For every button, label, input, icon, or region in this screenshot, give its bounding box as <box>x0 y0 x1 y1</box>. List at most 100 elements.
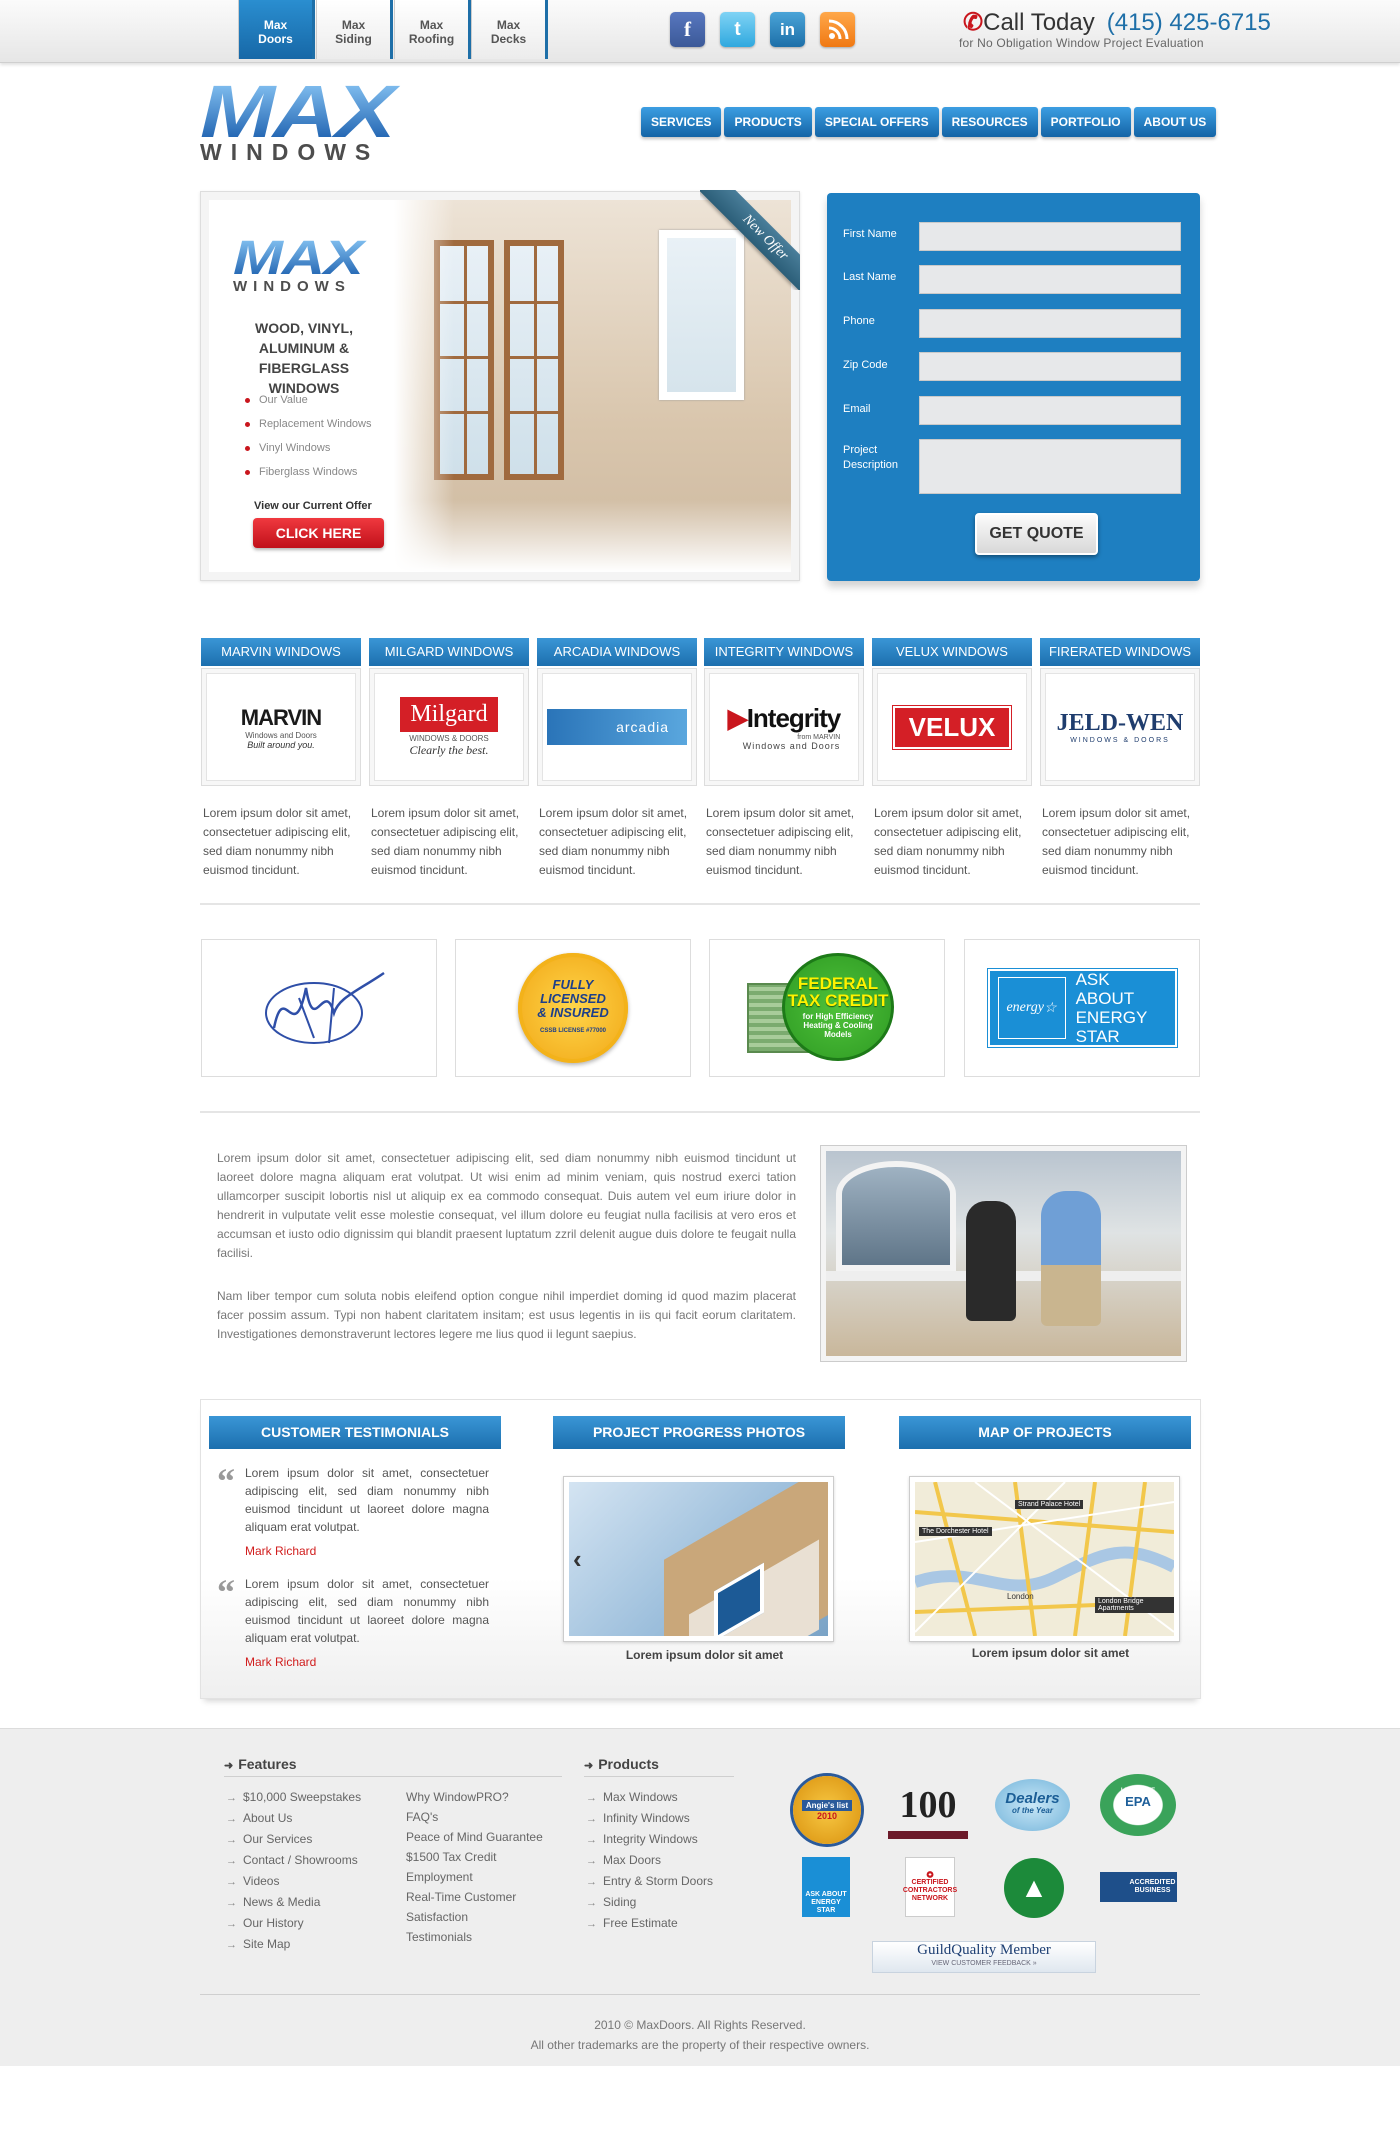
get-quote-button[interactable]: GET QUOTE <box>975 513 1098 555</box>
footer-link[interactable]: Satisfaction <box>406 1907 543 1927</box>
footer-link[interactable]: Free Estimate <box>586 1913 713 1934</box>
milgard-logo[interactable]: Milgard WINDOWS & DOORS Clearly the best… <box>374 673 524 781</box>
footer-link[interactable]: Contact / Showrooms <box>226 1850 361 1871</box>
tab-label: Doors <box>258 32 293 46</box>
brand-card-marvin[interactable]: MARVIN WINDOWS MARVIN Windows and Doors … <box>201 638 361 880</box>
brand-card-arcadia[interactable]: ARCADIA WINDOWS arcadia Lorem ipsum dolo… <box>537 638 697 880</box>
first-name-field[interactable] <box>919 222 1181 251</box>
twitter-icon[interactable]: t <box>720 12 755 47</box>
footer-link[interactable]: Integrity Windows <box>586 1829 713 1850</box>
testimonial-author[interactable]: Mark Richard <box>245 1655 316 1669</box>
progress-photo: ‹ <box>569 1482 828 1636</box>
epa-lead-safe-badge[interactable]: LEAD-SAFE EPA <box>1100 1774 1176 1836</box>
footer-link[interactable]: Testimonials <box>406 1927 543 1947</box>
zip-code-label: Zip Code <box>843 359 888 371</box>
brand-card-integrity[interactable]: INTEGRITY WINDOWS ▶Integrity from MARVIN… <box>704 638 864 880</box>
tab-max-siding[interactable]: Max Siding <box>316 0 393 59</box>
linkedin-icon[interactable]: in <box>770 12 805 47</box>
brand-header[interactable]: ARCADIA WINDOWS <box>537 638 697 666</box>
badge-text: 2010 <box>816 1810 838 1821</box>
phone-number[interactable]: (415) 425-6715 <box>1107 9 1271 36</box>
arcadia-logo[interactable]: arcadia <box>542 673 692 781</box>
project-description-field[interactable] <box>919 439 1181 494</box>
hero-list-item[interactable]: Vinyl Windows <box>245 436 372 460</box>
tab-label: Decks <box>490 32 527 46</box>
zip-code-field[interactable] <box>919 352 1181 381</box>
marvin-logo[interactable]: MARVIN Windows and Doors Built around yo… <box>206 673 356 781</box>
happy-customers-photo <box>820 1145 1187 1362</box>
rss-icon[interactable] <box>820 12 855 47</box>
brand-logo-sub: Windows and Doors <box>245 730 317 740</box>
integrity-logo[interactable]: ▶Integrity from MARVIN Windows and Doors <box>709 673 859 781</box>
tab-max-decks[interactable]: Max Decks <box>471 0 548 59</box>
nav-portfolio[interactable]: PORTFOLIO <box>1040 107 1131 137</box>
brand-header[interactable]: FIRERATED WINDOWS <box>1040 638 1200 666</box>
footer-link[interactable]: Peace of Mind Guarantee <box>406 1827 543 1847</box>
footer-link[interactable]: Our Services <box>226 1829 361 1850</box>
tax-credit-badge: FEDERAL TAX CREDIT for High Efficiency H… <box>709 939 945 1077</box>
testimonial-author[interactable]: Mark Richard <box>245 1544 316 1558</box>
hero-list-item[interactable]: Fiberglass Windows <box>245 460 372 484</box>
brand-card-velux[interactable]: VELUX WINDOWS VELUX Lorem ipsum dolor si… <box>872 638 1032 880</box>
footer-link[interactable]: Siding <box>586 1892 713 1913</box>
guildquality-badge[interactable]: GuildQuality Member VIEW CUSTOMER FEEDBAC… <box>872 1941 1096 1973</box>
jeld-wen-logo[interactable]: JELD-WEN WINDOWS & DOORS <box>1045 673 1195 781</box>
brand-header[interactable]: INTEGRITY WINDOWS <box>704 638 864 666</box>
top-100-badge[interactable]: 100 <box>888 1779 968 1839</box>
nav-services[interactable]: SERVICES <box>641 107 722 137</box>
brand-header[interactable]: VELUX WINDOWS <box>872 638 1032 666</box>
facebook-icon[interactable]: f <box>670 12 705 47</box>
footer-link[interactable]: $1500 Tax Credit <box>406 1847 543 1867</box>
site-logo[interactable]: MAX WINDOWS <box>200 75 396 166</box>
projects-map[interactable]: Strand Palace Hotel The Dorchester Hotel… <box>909 1476 1180 1642</box>
lower-panel: CUSTOMER TESTIMONIALS PROJECT PROGRESS P… <box>200 1399 1201 1699</box>
last-name-label: Last Name <box>843 271 897 283</box>
map-header[interactable]: MAP OF PROJECTS <box>899 1416 1191 1449</box>
brand-logo-box: ▶Integrity from MARVIN Windows and Doors <box>704 668 864 786</box>
green-tree-icon[interactable]: ▲ <box>1004 1858 1064 1918</box>
footer-link[interactable]: Employment <box>406 1867 543 1887</box>
email-field[interactable] <box>919 396 1181 425</box>
footer-link[interactable]: FAQ's <box>406 1807 543 1827</box>
nav-products[interactable]: PRODUCTS <box>724 107 812 137</box>
bbb-accredited-badge[interactable]: ACCREDITED BUSINESS <box>1100 1872 1177 1902</box>
footer-link[interactable]: Max Doors <box>586 1850 713 1871</box>
certified-contractors-badge[interactable]: ⚬ CERTIFIED CONTRACTORS NETWORK <box>903 1857 957 1917</box>
energy-star-small-badge[interactable]: ASK ABOUT ENERGY STAR <box>802 1857 850 1917</box>
click-here-button[interactable]: CLICK HERE <box>253 518 384 548</box>
tab-max-doors[interactable]: Max Doors <box>238 0 315 59</box>
slider-prev-arrow-icon[interactable]: ‹ <box>573 1544 582 1575</box>
footer-link[interactable]: Real-Time Customer <box>406 1887 543 1907</box>
nav-about-us[interactable]: ABOUT US <box>1133 107 1217 137</box>
footer-link[interactable]: Videos <box>226 1871 361 1892</box>
brand-header[interactable]: MILGARD WINDOWS <box>369 638 529 666</box>
top-bar: Max Doors Max Siding Max Roofing Max Decks f… <box>0 0 1400 63</box>
call-today[interactable]: ✆Call Today (415) 425-6715 <box>963 8 1271 37</box>
footer-link[interactable]: News & Media <box>226 1892 361 1913</box>
brand-card-milgard[interactable]: MILGARD WINDOWS Milgard WINDOWS & DOORS … <box>369 638 529 880</box>
footer-link[interactable]: Why WindowPRO? <box>406 1787 543 1807</box>
footer-link[interactable]: Max Windows <box>586 1787 713 1808</box>
footer-link[interactable]: Our History <box>226 1913 361 1934</box>
last-name-field[interactable] <box>919 265 1181 294</box>
progress-photos-header[interactable]: PROJECT PROGRESS PHOTOS <box>553 1416 845 1449</box>
angies-list-badge[interactable]: Angie's list 2010 <box>793 1776 861 1844</box>
footer-link[interactable]: $10,000 Sweepstakes <box>226 1787 361 1808</box>
progress-photo-slider[interactable]: ‹ <box>563 1476 834 1642</box>
brand-card-firerated[interactable]: FIRERATED WINDOWS JELD-WEN WINDOWS & DOO… <box>1040 638 1200 880</box>
dealers-of-the-year-badge[interactable]: Dealers of the Year <box>995 1779 1070 1831</box>
footer-link[interactable]: Site Map <box>226 1934 361 1955</box>
footer-link[interactable]: Infinity Windows <box>586 1808 713 1829</box>
brand-header[interactable]: MARVIN WINDOWS <box>201 638 361 666</box>
velux-logo[interactable]: VELUX <box>877 673 1027 781</box>
nav-resources[interactable]: RESOURCES <box>941 107 1038 137</box>
tab-max-roofing[interactable]: Max Roofing <box>394 0 471 59</box>
footer-link[interactable]: Entry & Storm Doors <box>586 1871 713 1892</box>
hero-list-item[interactable]: Our Value <box>245 388 372 412</box>
hero-list: Our Value Replacement Windows Vinyl Wind… <box>245 388 372 484</box>
hero-list-item[interactable]: Replacement Windows <box>245 412 372 436</box>
footer-link[interactable]: About Us <box>226 1808 361 1829</box>
nav-special-offers[interactable]: SPECIAL OFFERS <box>814 107 939 137</box>
testimonials-header[interactable]: CUSTOMER TESTIMONIALS <box>209 1416 501 1449</box>
phone-field[interactable] <box>919 309 1181 338</box>
